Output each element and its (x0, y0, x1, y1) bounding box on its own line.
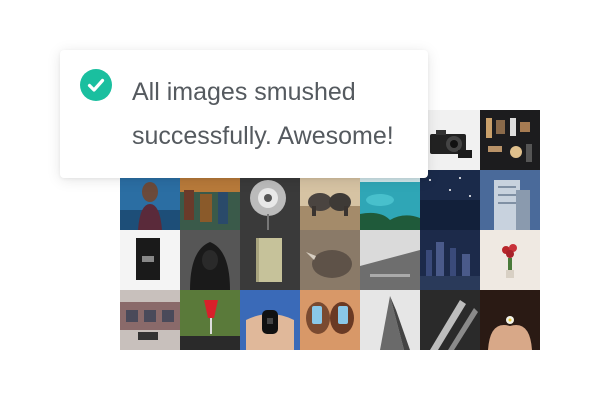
building-photo-thumbnail (480, 170, 540, 230)
flower-photo-thumbnail (240, 170, 300, 230)
woman-photo-thumbnail (120, 170, 180, 230)
city-night-photo-thumbnail (420, 230, 480, 290)
window-shadow-photo-thumbnail (420, 290, 480, 350)
boats-photo-thumbnail (180, 170, 240, 230)
success-message: All images smushed successfully. Awesome… (132, 78, 394, 150)
camera-photo-thumbnail (420, 110, 480, 170)
skyscraper-photo-thumbnail (360, 290, 420, 350)
coast-photo-thumbnail (360, 170, 420, 230)
book-photo-thumbnail (120, 230, 180, 290)
storefront-photo-thumbnail (120, 290, 180, 350)
night-sky-photo-thumbnail (420, 170, 480, 230)
check-circle-icon (80, 69, 112, 101)
two-women-photo-thumbnail (300, 290, 360, 350)
hooded-figure-photo-thumbnail (180, 230, 240, 290)
hands-flower-photo-thumbnail (480, 290, 540, 350)
roses-photo-thumbnail (480, 230, 540, 290)
elephants-photo-thumbnail (300, 170, 360, 230)
fitness-band-photo-thumbnail (240, 290, 300, 350)
rooftop-photo-thumbnail (360, 230, 420, 290)
rhino-photo-thumbnail (300, 230, 360, 290)
red-drink-photo-thumbnail (180, 290, 240, 350)
success-toast: All images smushed successfully. Awesome… (60, 50, 428, 178)
notebook-photo-thumbnail (240, 230, 300, 290)
grooming-kit-photo-thumbnail (480, 110, 540, 170)
